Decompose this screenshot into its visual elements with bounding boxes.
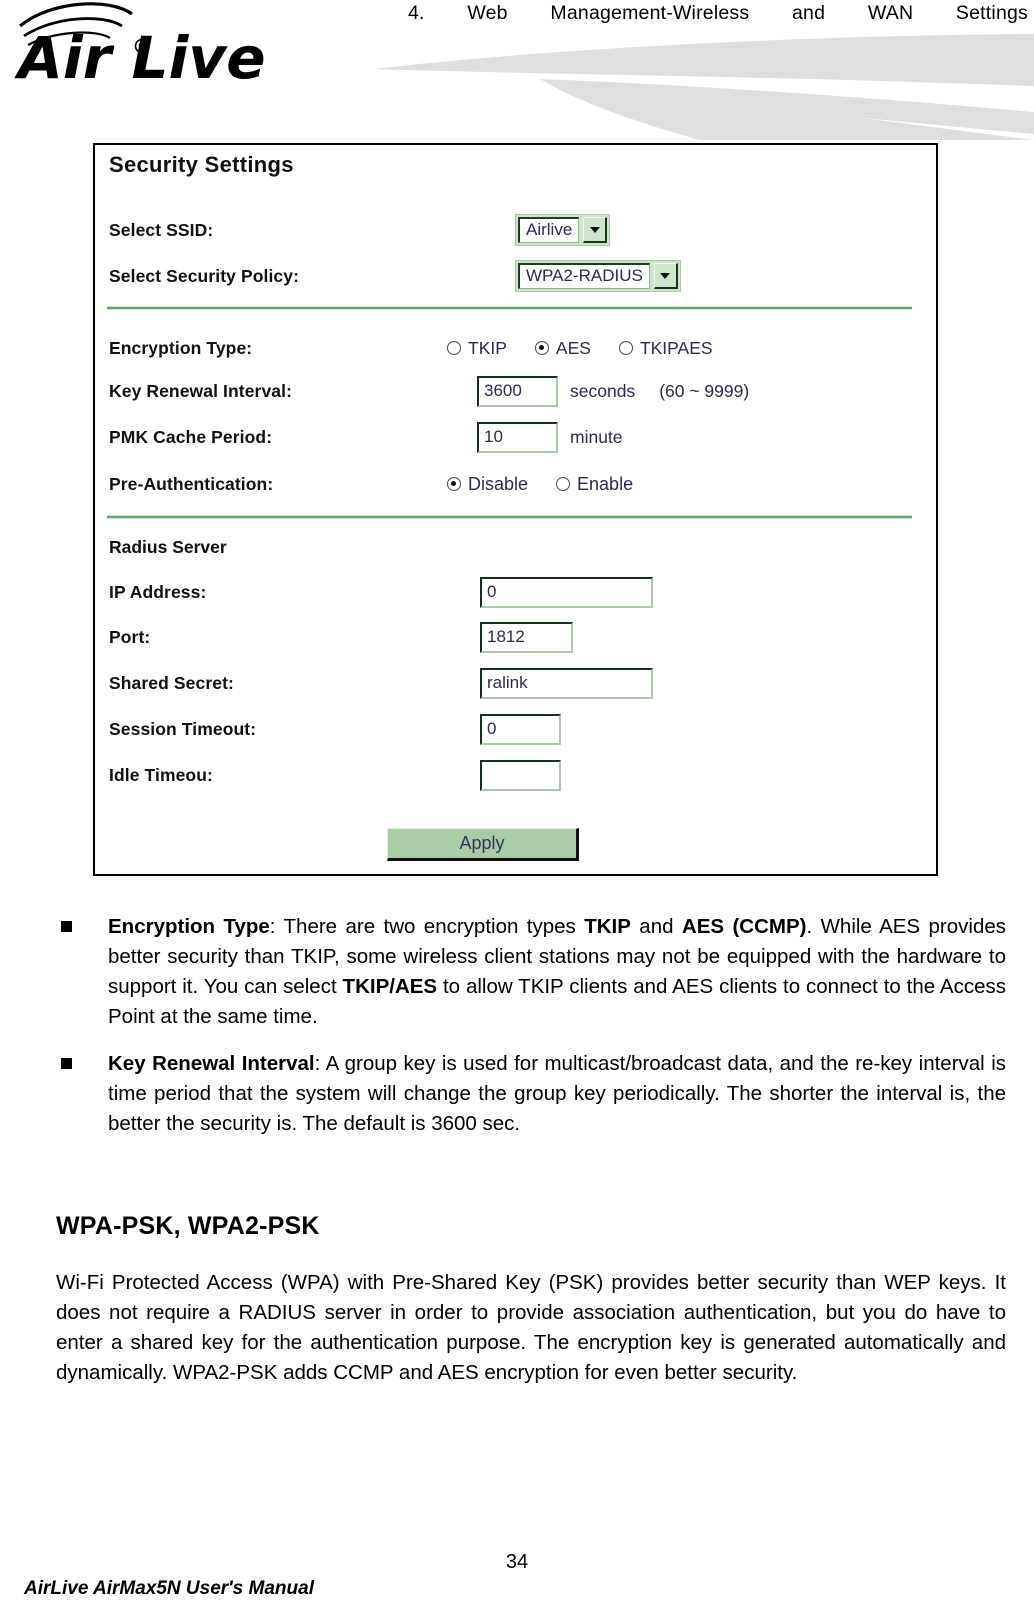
row-select-ssid: Select SSID: Airlive	[109, 213, 919, 247]
radio-label-tkipaes: TKIPAES	[639, 337, 713, 358]
idle-timeout-label: Idle Timeou:	[109, 764, 213, 785]
pmk-cache-period-unit: minute	[570, 426, 623, 447]
select-security-policy-value: WPA2-RADIUS	[518, 263, 650, 289]
pre-authentication-label: Pre-Authentication:	[109, 473, 274, 494]
radio-dot-disable[interactable]	[447, 477, 461, 491]
page-number: 34	[505, 1551, 529, 1573]
bullet-square-icon	[61, 921, 72, 932]
key-renewal-interval-input[interactable]: 3600	[477, 375, 558, 407]
port-input[interactable]: 1812	[480, 621, 573, 653]
section-heading: WPA-PSK, WPA2-PSK	[56, 1212, 320, 1240]
encryption-type-radio-group: TKIP AES TKIPAES	[447, 338, 713, 359]
bullet-list: Encryption Type: There are two encryptio…	[56, 912, 1006, 1156]
idle-timeout-input[interactable]	[480, 759, 561, 791]
row-shared-secret: Shared Secret: ralink	[109, 666, 919, 700]
pmk-cache-period-label: PMK Cache Period:	[109, 426, 273, 447]
select-security-policy-label: Select Security Policy:	[109, 265, 300, 286]
radio-dot-tkipaes[interactable]	[618, 341, 633, 355]
shared-secret-label: Shared Secret:	[109, 672, 234, 693]
bullet-text: Encryption Type: There are two encryptio…	[108, 915, 1006, 1028]
airlive-logo: Air Live R	[14, 2, 314, 106]
row-pre-authentication: Pre-Authentication: Disable Enable	[109, 467, 919, 501]
bullet-square-icon	[61, 1058, 72, 1069]
radio-tkipaes[interactable]: TKIPAES	[618, 337, 713, 359]
radio-dot-tkip[interactable]	[447, 341, 461, 355]
section-paragraph: Wi-Fi Protected Access (WPA) with Pre-Sh…	[56, 1271, 1006, 1384]
port-label: Port:	[109, 626, 151, 647]
radio-disable[interactable]: Disable	[447, 474, 528, 495]
radio-aes[interactable]: AES	[534, 337, 591, 359]
svg-text:Air Live: Air Live	[14, 24, 266, 92]
security-settings-screenshot: Security Settings Select SSID: Airlive S…	[93, 143, 938, 876]
select-security-policy-dropdown[interactable]: WPA2-RADIUS	[515, 260, 681, 292]
radio-dot-aes[interactable]	[534, 341, 549, 355]
key-renewal-interval-range: (60 ~ 9999)	[659, 380, 750, 401]
apply-button[interactable]: Apply	[387, 828, 579, 861]
chapter-title: 4. Web Management-Wireless and WAN Setti…	[408, 2, 1028, 24]
radio-label-tkip: TKIP	[468, 337, 507, 358]
radio-label-enable: Enable	[577, 473, 634, 494]
chevron-down-icon[interactable]	[583, 217, 608, 243]
radius-server-heading: Radius Server	[109, 537, 227, 557]
radio-enable[interactable]: Enable	[556, 474, 633, 495]
encryption-type-label: Encryption Type:	[109, 337, 253, 358]
pre-authentication-radio-group: Disable Enable	[447, 474, 633, 495]
header-swoosh-graphic	[340, 34, 1034, 140]
bullet-encryption-type: Encryption Type: There are two encryptio…	[56, 912, 1006, 1032]
session-timeout-label: Session Timeout:	[109, 718, 257, 739]
select-ssid-dropdown[interactable]: Airlive	[515, 214, 611, 246]
row-port: Port: 1812	[109, 620, 919, 654]
shared-secret-input[interactable]: ralink	[480, 667, 653, 699]
select-ssid-value: Airlive	[518, 217, 580, 243]
panel-title: Security Settings	[109, 152, 294, 177]
pmk-cache-period-input[interactable]: 10	[477, 421, 558, 453]
row-encryption-type: Encryption Type: TKIP AES TKIPAES	[109, 331, 919, 365]
radio-label-aes: AES	[555, 337, 591, 358]
key-renewal-interval-unit: seconds	[570, 380, 636, 401]
page-header: Air Live R 4. Web Management-Wireless an…	[0, 0, 1034, 140]
key-renewal-interval-label: Key Renewal Interval:	[109, 380, 293, 401]
session-timeout-input[interactable]: 0	[480, 713, 561, 745]
svg-text:R: R	[138, 43, 144, 53]
select-ssid-label: Select SSID:	[109, 219, 214, 240]
footer-manual-title: AirLive AirMax5N User's Manual	[24, 1578, 314, 1599]
ip-address-label: IP Address:	[109, 581, 207, 602]
chevron-down-icon[interactable]	[653, 263, 678, 289]
row-key-renewal-interval: Key Renewal Interval: 3600 seconds (60 ~…	[109, 374, 919, 408]
radio-dot-enable[interactable]	[556, 477, 571, 491]
row-ip-address: IP Address: 0	[109, 575, 919, 609]
radio-label-disable: Disable	[468, 473, 529, 494]
section-divider	[107, 306, 912, 310]
bullet-text: Key Renewal Interval: A group key is use…	[108, 1052, 1006, 1135]
row-idle-timeout: Idle Timeou:	[109, 758, 919, 792]
bullet-key-renewal-interval: Key Renewal Interval: A group key is use…	[56, 1049, 1006, 1139]
ip-address-input[interactable]: 0	[480, 576, 653, 608]
radio-tkip[interactable]: TKIP	[447, 338, 507, 359]
row-pmk-cache-period: PMK Cache Period: 10 minute	[109, 420, 919, 454]
section-divider-2	[107, 515, 912, 519]
row-select-security-policy: Select Security Policy: WPA2-RADIUS	[109, 259, 919, 293]
row-session-timeout: Session Timeout: 0	[109, 712, 919, 746]
